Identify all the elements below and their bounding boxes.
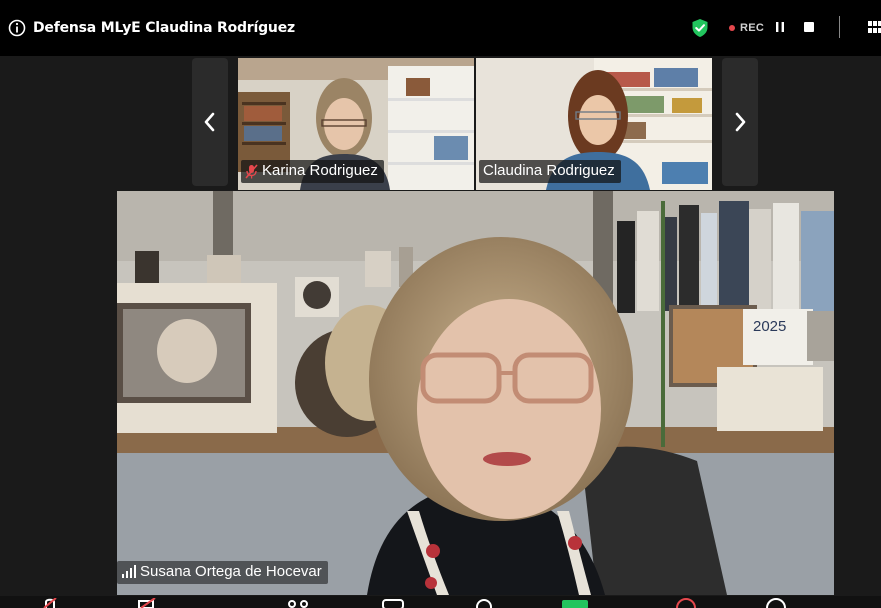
participant-name-label: Karina Rodriguez <box>241 160 384 183</box>
toolbar-divider <box>839 16 840 38</box>
stop-recording-icon[interactable] <box>804 22 814 32</box>
meeting-title: Defensa MLyE Claudina Rodríguez <box>33 20 295 36</box>
pause-recording-icon[interactable] <box>775 21 785 33</box>
participant-tile[interactable]: Claudina Rodriguez <box>476 58 712 190</box>
more-icon[interactable] <box>762 598 790 608</box>
leave-icon[interactable] <box>672 598 700 608</box>
reactions-icon[interactable] <box>470 598 498 608</box>
chat-icon[interactable] <box>381 598 405 608</box>
speaker-name-label: Susana Ortega de Hocevar <box>117 561 328 584</box>
gallery-next-button[interactable] <box>722 58 758 186</box>
chevron-right-icon <box>735 112 746 132</box>
participant-tile[interactable]: Karina Rodriguez <box>238 58 474 190</box>
share-screen-icon[interactable] <box>561 598 589 608</box>
participant-name-label: Claudina Rodriguez <box>479 160 621 183</box>
recording-indicator[interactable]: REC <box>729 20 764 36</box>
meeting-top-bar: Defensa MLyE Claudina Rodríguez REC <box>0 0 881 56</box>
gallery-prev-button[interactable] <box>192 58 228 186</box>
recording-label: REC <box>740 22 765 34</box>
participant-name: Claudina Rodriguez <box>483 162 615 179</box>
active-speaker-video[interactable]: 2025 Susana Ortega de Hocevar <box>117 191 834 595</box>
chevron-left-icon <box>204 112 215 132</box>
audio-level-icon <box>122 565 136 578</box>
meeting-toolbar <box>0 596 881 608</box>
record-dot-icon <box>729 25 735 31</box>
mic-muted-icon <box>245 163 258 179</box>
speaker-name: Susana Ortega de Hocevar <box>140 563 322 580</box>
calendar-year-text: 2025 <box>753 318 786 335</box>
info-icon[interactable] <box>8 19 26 37</box>
video-icon[interactable] <box>137 598 161 608</box>
shield-check-icon[interactable] <box>691 18 709 38</box>
participants-icon[interactable] <box>284 598 314 608</box>
mic-icon[interactable] <box>40 598 60 608</box>
speaker-video-feed: 2025 <box>117 191 834 595</box>
view-grid-icon[interactable] <box>868 21 881 33</box>
participant-name: Karina Rodriguez <box>262 162 378 179</box>
